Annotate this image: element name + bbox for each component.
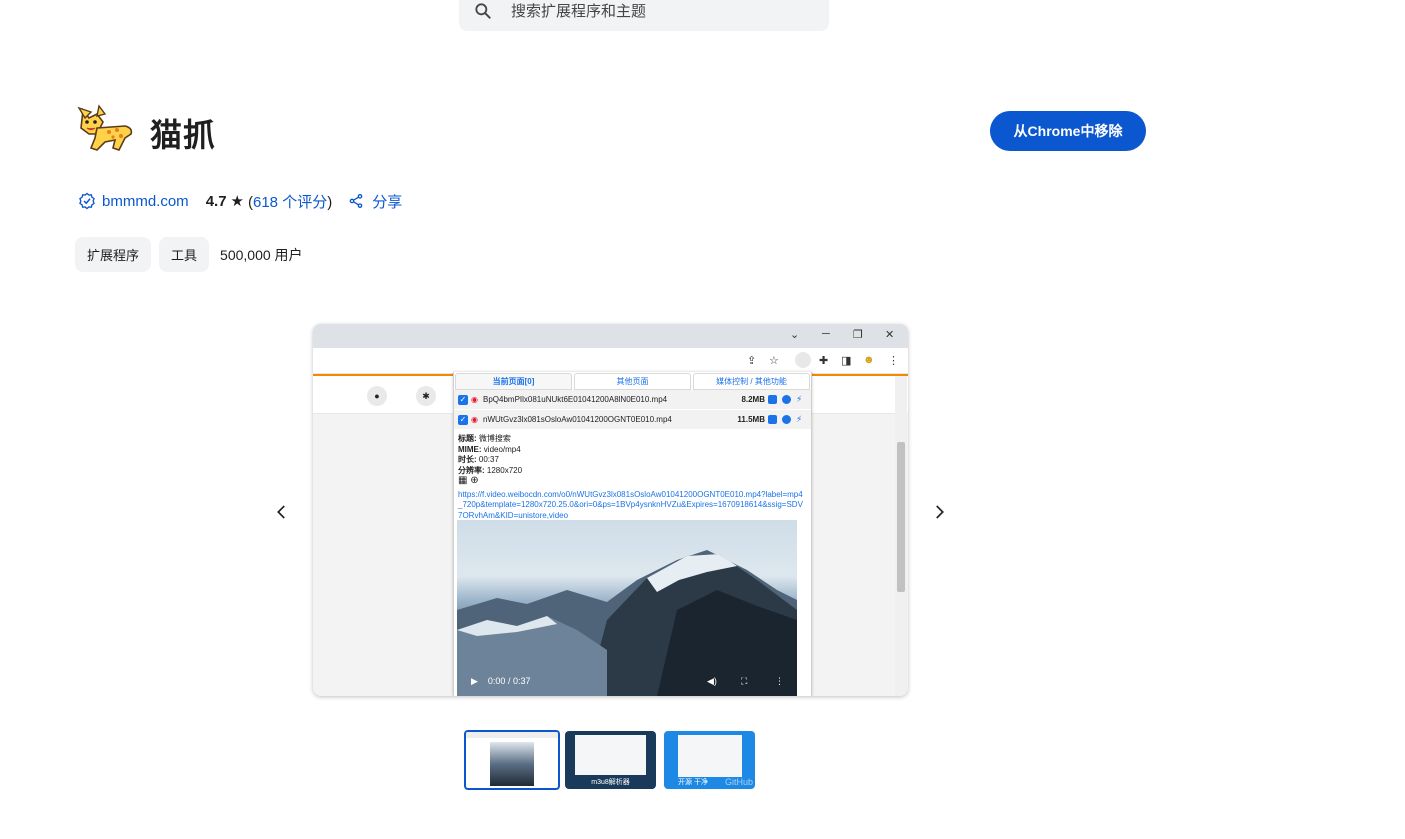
- media-info: 标题: 微博搜索 MIME: video/mp4 时长: 00:37 分辨率: …: [454, 430, 811, 521]
- video-controls: ▶ 0:00 / 0:37 ◀) ⛶ ⋮: [457, 666, 797, 696]
- extension-title: 猫抓: [150, 117, 217, 153]
- media-filename: BpQ4bmPIlx081uNUkt6E01041200A8lN0E010.mp…: [483, 395, 668, 404]
- fullscreen-icon: ⛶: [741, 676, 748, 686]
- media-size: 8.2MB: [741, 395, 765, 404]
- extension-popup: 当前页面[0] 其他页面 媒体控制 / 其他功能 ✓ ◉ BpQ4bmPIlx0…: [453, 372, 812, 696]
- copy-icon: [768, 415, 777, 424]
- thumbnail-1[interactable]: [464, 730, 560, 790]
- publisher-link[interactable]: bmmmd.com: [78, 192, 189, 210]
- thumbnail-image: [678, 735, 742, 777]
- thumbnail-image: [575, 735, 646, 775]
- checkbox-icon: ✓: [458, 414, 468, 425]
- media-filename: nWUtGvz3lx081sOsloAw01041200OGNT0E010.mp…: [483, 415, 672, 424]
- chevron-right-icon: [936, 505, 944, 519]
- star-icon: ★: [230, 193, 244, 210]
- chip-extension[interactable]: 扩展程序: [75, 237, 152, 272]
- search-icon: [475, 2, 491, 19]
- page-header-right: [803, 376, 908, 414]
- minimize-icon: ─: [822, 328, 830, 340]
- search-bar[interactable]: 搜索扩展程序和主题: [459, 0, 829, 31]
- rating-value: 4.7: [205, 192, 227, 210]
- github-watermark: GitHub: [724, 777, 753, 787]
- media-row: ✓ ◉ nWUtGvz3lx081sOsloAw01041200OGNT0E01…: [454, 410, 811, 430]
- info-mime-label: MIME:: [458, 444, 482, 454]
- volume-icon: ◀): [707, 676, 717, 686]
- info-resolution-label: 分辨率:: [458, 465, 485, 475]
- share-label[interactable]: 分享: [372, 191, 402, 212]
- thumbnail-label: m3u8解析器: [591, 779, 630, 786]
- sidepanel-icon: ◨: [841, 355, 852, 367]
- play-icon: ▶: [471, 675, 478, 686]
- browser-toolbar: ⇪ ☆ ✚ ◨ ☻ ⋮: [313, 348, 908, 374]
- chevron-left-icon: [277, 505, 285, 519]
- play-icon: [782, 395, 791, 404]
- video-preview: ▶ 0:00 / 0:37 ◀) ⛶ ⋮: [457, 520, 797, 696]
- screenshot-main: ⌄ ─ ❐ ✕ ⇪ ☆ ✚ ◨ ☻ ⋮ ● ✱ 当前页面[0] 其他页面 媒体控…: [313, 324, 908, 696]
- rating-count[interactable]: (618 个评分): [248, 191, 332, 212]
- download-icon: ⚡: [796, 414, 803, 424]
- share-icon: [349, 194, 363, 208]
- category-chips: 扩展程序 工具 500,000 用户: [75, 237, 303, 272]
- weibo-icon: ◉: [471, 414, 478, 424]
- rating-count-link[interactable]: 618 个评分: [253, 194, 327, 211]
- media-row: ✓ ◉ BpQ4bmPIlx081uNUkt6E01041200A8lN0E01…: [454, 390, 811, 410]
- tab-current-page: 当前页面[0]: [455, 373, 572, 390]
- chevron-down-icon: ⌄: [790, 329, 800, 341]
- extension-meta: bmmmd.com 4.7 ★ (618 个评分) 分享: [78, 190, 402, 212]
- video-time: 0:00 / 0:37: [487, 676, 531, 686]
- tab-media-control: 媒体控制 / 其他功能: [693, 373, 810, 390]
- info-duration-value: 00:37: [478, 455, 499, 464]
- browser-titlebar: ⌄ ─ ❐ ✕: [313, 324, 908, 348]
- info-title-value: 微博搜索: [478, 434, 511, 443]
- publisher-name[interactable]: bmmmd.com: [102, 193, 189, 210]
- menu-dots-icon: ⋮: [888, 355, 899, 367]
- chip-tools[interactable]: 工具: [159, 237, 210, 272]
- catcatch-extension-icon: [795, 352, 811, 368]
- page-icon-settings: ✱: [416, 386, 436, 406]
- page-scrollbar: [895, 376, 907, 696]
- restore-icon: ❐: [853, 329, 863, 341]
- close-icon: ✕: [885, 329, 895, 341]
- thumbnail-bar: [466, 732, 558, 738]
- thumbnail-2[interactable]: m3u8解析器: [565, 731, 656, 789]
- verified-icon: [79, 192, 95, 210]
- thumbnail-image: [490, 742, 534, 786]
- page-icon-cloud: ●: [367, 386, 387, 406]
- tab-other-pages: 其他页面: [574, 373, 691, 390]
- puzzle-icon: ✚: [819, 355, 829, 367]
- carousel-prev-button[interactable]: [268, 498, 296, 526]
- checkbox-icon: ✓: [458, 394, 468, 405]
- play-icon: [782, 415, 791, 424]
- more-icon: ⋮: [775, 676, 784, 686]
- page: 搜索扩展程序和主题 猫抓 从Chrome中移除 bmmmd.com 4.7 ★ …: [0, 0, 1405, 839]
- qr-and-download-icons: ▦ ⊕: [458, 475, 479, 486]
- download-icon: ⚡: [796, 394, 803, 404]
- bookmark-star-icon: ☆: [769, 355, 779, 367]
- media-url: https://f.video.weibocdn.com/o0/nWUtGvz3…: [458, 489, 803, 520]
- search-input[interactable]: 搜索扩展程序和主题: [511, 0, 646, 21]
- info-resolution-value: 1280x720: [486, 465, 523, 475]
- info-duration-label: 时长:: [458, 455, 477, 464]
- thumbnail-3[interactable]: 开源 干净 GitHub: [664, 731, 755, 789]
- share-button[interactable]: 分享: [348, 191, 402, 212]
- info-mime-value: video/mp4: [483, 444, 521, 454]
- share-page-icon: ⇪: [747, 355, 757, 367]
- user-count: 500,000 用户: [220, 246, 303, 263]
- popup-tabs: 当前页面[0] 其他页面 媒体控制 / 其他功能: [454, 372, 811, 390]
- weibo-icon: ◉: [471, 394, 478, 404]
- info-title-label: 标题:: [458, 434, 477, 443]
- carousel-next-button[interactable]: [925, 498, 953, 526]
- copy-icon: [768, 395, 777, 404]
- remove-from-chrome-button[interactable]: 从Chrome中移除: [990, 111, 1146, 151]
- scrollbar-thumb: [897, 442, 905, 592]
- cat-avatar-icon: ☻: [863, 354, 875, 366]
- media-size: 11.5MB: [737, 415, 765, 424]
- cat-logo-icon: [77, 104, 133, 151]
